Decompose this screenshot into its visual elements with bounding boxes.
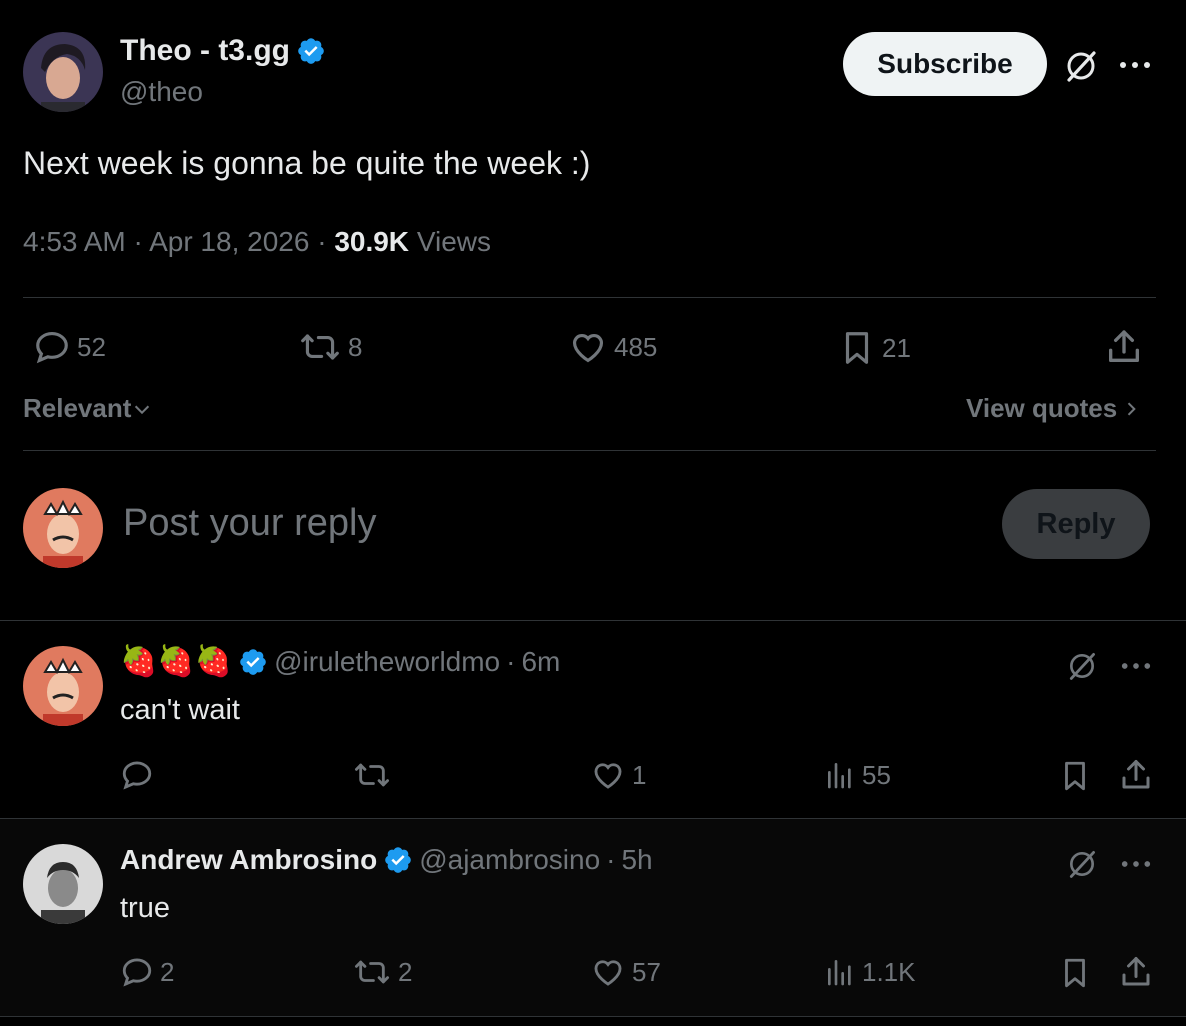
meta-separator: ·: [317, 226, 335, 257]
post-meta: 4:53 AM · Apr 18, 2026 · 30.9K Views: [23, 226, 491, 258]
reply-action-button[interactable]: 2: [120, 955, 174, 989]
divider: [23, 297, 1156, 298]
like-action-button[interactable]: 1: [590, 758, 646, 792]
share-icon[interactable]: [1118, 757, 1154, 793]
reply-count: 2: [160, 956, 175, 987]
divider: [0, 1016, 1186, 1017]
verified-badge-icon: [298, 38, 324, 64]
meta-separator: ·: [606, 844, 616, 875]
sort-label: Relevant: [23, 393, 132, 423]
post-date[interactable]: Apr 18, 2026: [149, 226, 309, 257]
heart-icon: [572, 334, 604, 363]
reply-author-handle[interactable]: @iruletheworldmo: [274, 646, 500, 678]
reply-button[interactable]: Reply: [1002, 489, 1150, 559]
reply-text: true: [120, 892, 170, 924]
repost-count: 2: [398, 956, 413, 987]
reply-input[interactable]: Post your reply: [123, 502, 376, 545]
reply-text: can't wait: [120, 694, 240, 726]
reply-action-button[interactable]: [120, 758, 160, 792]
bookmark-icon: [845, 332, 869, 364]
author-avatar[interactable]: [23, 32, 103, 112]
analytics-icon: [828, 960, 851, 986]
divider: [23, 450, 1156, 451]
repost-count: 8: [348, 331, 363, 362]
repost-action-button[interactable]: [352, 758, 398, 792]
like-count: 485: [614, 331, 658, 362]
author-name[interactable]: Theo - t3.gg: [120, 34, 290, 68]
analytics-icon: [828, 763, 851, 789]
heart-icon: [594, 763, 622, 789]
view-quotes-link[interactable]: View quotes: [966, 393, 1141, 424]
views-count: 1.1K: [862, 956, 916, 987]
author-handle[interactable]: @theo: [120, 76, 203, 108]
reply-author-name[interactable]: Andrew Ambrosino: [120, 844, 377, 876]
views-action-button[interactable]: 55: [824, 758, 891, 792]
more-options-icon[interactable]: [1118, 60, 1152, 70]
views-count: 55: [862, 759, 891, 790]
views-label: Views: [416, 226, 491, 257]
grok-icon[interactable]: [1066, 848, 1098, 880]
reply-action-button[interactable]: 52: [33, 328, 106, 366]
verified-badge-icon: [240, 649, 266, 675]
repost-action-button[interactable]: 2: [352, 955, 412, 989]
repost-icon: [355, 763, 390, 787]
reply-author-handle[interactable]: @ajambrosino: [419, 844, 600, 876]
repost-action-button[interactable]: 8: [298, 328, 362, 366]
repost-icon: [301, 334, 339, 360]
reply-avatar[interactable]: [23, 844, 103, 924]
reply-time[interactable]: 6m: [521, 646, 560, 678]
like-count: 57: [632, 956, 661, 987]
views-action-button[interactable]: 1.1K: [824, 955, 916, 989]
reply-avatar[interactable]: [23, 646, 103, 726]
verified-badge-icon: [385, 847, 412, 873]
heart-icon: [594, 960, 622, 986]
reply-time[interactable]: 5h: [621, 844, 652, 876]
bookmark-count: 21: [882, 332, 911, 363]
repost-icon: [355, 960, 390, 984]
more-options-icon[interactable]: [1120, 661, 1152, 671]
grok-icon[interactable]: [1063, 48, 1099, 84]
chevron-right-icon: [1128, 401, 1136, 416]
share-icon[interactable]: [1104, 327, 1144, 367]
sort-dropdown[interactable]: Relevant: [23, 393, 153, 424]
view-quotes-label: View quotes: [966, 393, 1118, 423]
post-text: Next week is gonna be quite the week :): [23, 145, 591, 181]
like-count: 1: [632, 759, 647, 790]
post-time[interactable]: 4:53 AM: [23, 226, 126, 257]
like-action-button[interactable]: 485: [568, 328, 657, 366]
subscribe-button[interactable]: Subscribe: [843, 32, 1047, 96]
reply-icon: [122, 761, 152, 790]
reply-author-name[interactable]: 🍓🍓🍓: [120, 647, 232, 677]
more-options-icon[interactable]: [1120, 859, 1152, 869]
divider: [0, 620, 1186, 621]
meta-separator: ·: [506, 646, 516, 677]
chevron-down-icon: [135, 405, 150, 414]
bookmark-icon[interactable]: [1058, 758, 1092, 794]
reply-count: 52: [77, 331, 106, 362]
meta-separator: ·: [133, 226, 150, 257]
like-action-button[interactable]: 57: [590, 955, 661, 989]
reply-icon: [36, 331, 68, 364]
views-count: 30.9K: [334, 226, 410, 257]
share-icon[interactable]: [1118, 954, 1154, 990]
bookmark-action-button[interactable]: 21: [838, 328, 911, 368]
reply-icon: [122, 958, 152, 987]
grok-icon[interactable]: [1066, 650, 1098, 682]
bookmark-icon[interactable]: [1058, 955, 1092, 991]
current-user-avatar[interactable]: [23, 488, 103, 568]
